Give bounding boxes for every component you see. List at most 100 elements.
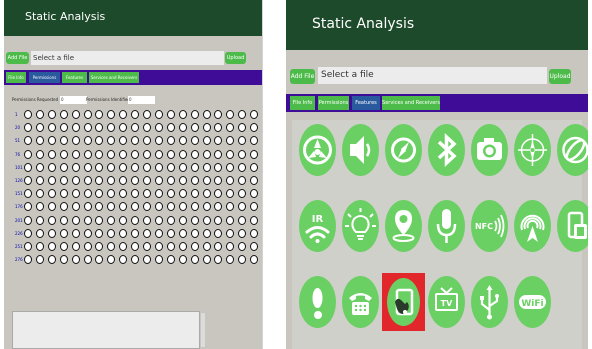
permission-indicator [107,242,116,251]
permission-indicator [47,228,56,238]
permission-indicator [214,255,223,265]
permission-indicator [95,162,104,172]
add-file-button[interactable]: Add File [6,52,29,64]
output-text-area[interactable] [12,311,200,349]
add-file-button[interactable]: Add File [290,69,315,84]
permission-indicator [238,176,247,185]
permission-indicator [238,242,247,251]
tab-services-receivers[interactable]: Services and Receivers [382,96,440,110]
tab-permissions[interactable]: Permissions [29,72,60,83]
permission-indicator [107,162,116,172]
screen-rotation-icon[interactable] [557,200,588,252]
nfc-icon[interactable]: NFC [471,200,508,252]
permission-indicator [95,110,104,119]
light-sensor-icon[interactable] [342,200,379,252]
permission-indicator [238,202,247,212]
permission-indicator [119,123,128,133]
permission-indicator [202,228,211,238]
tab-bar: File Info Permissions Features Services … [286,94,588,112]
permission-indicator [178,255,187,265]
permission-indicator [166,136,175,146]
permission-indicator [250,242,259,251]
permission-indicator [119,215,128,225]
permission-indicator [59,136,68,146]
permission-indicator [202,110,211,119]
usb-icon[interactable] [471,276,508,328]
wifi-icon[interactable]: WiFi [514,276,551,328]
permission-indicator [71,255,80,265]
permission-indicator [59,189,68,199]
bluetooth-icon[interactable] [428,124,465,176]
permission-indicator [47,202,56,212]
touchscreen-icon[interactable] [385,276,422,328]
file-input[interactable]: Select a file [318,67,547,84]
permission-indicator [238,123,247,133]
permission-indicator [214,110,223,119]
permission-indicator [190,189,199,199]
tv-icon[interactable]: TV [428,276,465,328]
permission-indicator [202,123,211,133]
app-title: Static Analysis [25,10,106,23]
telephony-icon[interactable] [342,276,379,328]
permission-indicator [143,255,151,265]
permission-indicator [107,228,116,238]
permission-indicator [83,242,92,251]
permission-indicator [214,136,223,146]
permission-indicator [83,162,92,172]
permission-indicator [95,149,104,159]
permission-indicator [119,110,128,119]
ir-icon[interactable]: IR [299,200,336,252]
permission-indicator [190,162,199,172]
upload-button[interactable]: Upload [225,52,246,64]
permission-indicator [250,255,259,265]
microphone-icon[interactable] [428,200,465,252]
permission-indicator [95,176,104,185]
permission-indicator [238,228,247,238]
permission-indicator [154,162,163,172]
permission-indicator [214,149,223,159]
output-scrollbar[interactable] [201,313,205,347]
permission-indicator [47,149,56,159]
permission-indicator [24,136,32,146]
tab-permissions[interactable]: Permissions [318,96,349,110]
wifi-signal-icon[interactable] [514,200,551,252]
permission-indicator [178,162,187,172]
permission-indicator [166,215,175,225]
permission-indicator [154,242,163,251]
tab-file-info[interactable]: File Info [290,96,315,110]
permission-indicator [226,255,235,265]
camera-icon[interactable] [471,124,508,176]
svg-text:TV: TV [441,299,453,308]
panel-scrollbar[interactable] [262,0,263,349]
tab-file-info[interactable]: File Info [6,72,26,83]
permission-indicator [83,189,92,199]
svg-text:NFC: NFC [475,222,493,231]
upload-button[interactable]: Upload [549,69,571,84]
permission-indicator [71,202,80,212]
tab-services-receivers[interactable]: Services and Receivers [89,72,139,83]
permission-indicator [226,162,235,172]
permission-indicator [166,202,175,212]
gps-compass-icon[interactable] [514,124,551,176]
step-counter-icon[interactable] [299,276,336,328]
multi-connect-icon[interactable] [299,124,336,176]
permission-indicator [238,110,247,119]
svg-text:WiFi: WiFi [521,299,543,309]
permission-indicator [214,215,223,225]
permission-indicator [119,162,128,172]
permission-indicator [59,149,68,159]
permission-indicator [131,189,140,199]
tab-features[interactable]: Features [62,72,87,83]
location-icon[interactable] [385,200,422,252]
title-bar: Static Analysis [286,0,588,50]
permission-indicator [202,215,211,225]
permission-indicator [143,228,151,238]
compass-icon[interactable] [385,124,422,176]
permission-indicator [143,123,151,133]
file-input[interactable]: Select a file [31,51,224,65]
speaker-icon[interactable] [342,124,379,176]
tab-features[interactable]: Features [352,96,380,110]
gyroscope-icon[interactable] [557,124,588,176]
permission-indicator [107,136,116,146]
permission-indicator [47,176,56,185]
